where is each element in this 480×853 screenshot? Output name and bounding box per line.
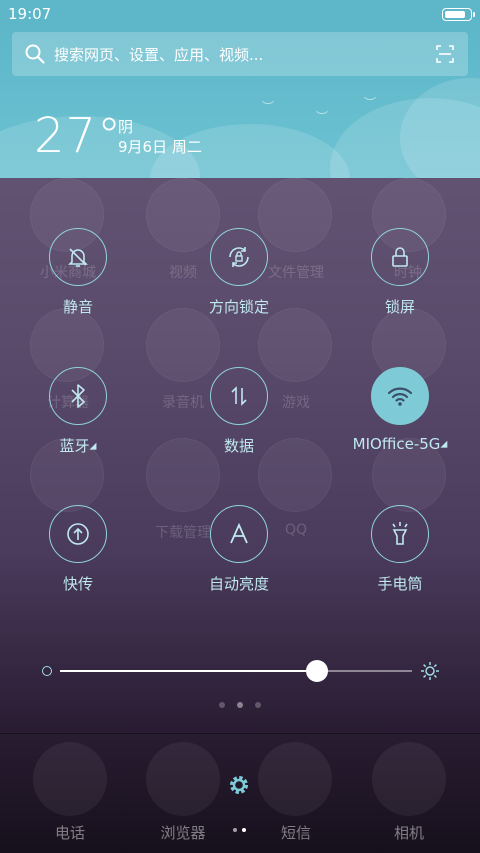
weather-temperature[interactable]: 27°: [34, 108, 122, 164]
toggle-auto-brightness[interactable]: 自动亮度: [179, 505, 299, 594]
search-placeholder: 搜索网页、设置、应用、视频...: [54, 46, 264, 64]
page-dot: [219, 702, 225, 708]
toggle-label: 自动亮度: [208, 575, 269, 593]
toggle-rotation-lock[interactable]: 方向锁定: [179, 228, 299, 317]
weather-condition: 阴: [118, 118, 134, 136]
toggle-mobile-data[interactable]: 数据: [179, 367, 299, 456]
toggle-label: 锁屏: [384, 298, 415, 316]
screen: 19:07 ︶ ︶ ︶ 搜索网页、设置、应用、视频... 27° 阴 9月6日 …: [0, 0, 480, 853]
toggle-lock-screen[interactable]: 锁屏: [340, 228, 460, 317]
dock-label: 浏览器: [160, 824, 206, 842]
transfer-icon: [49, 505, 107, 563]
toggle-mute[interactable]: 静音: [18, 228, 138, 317]
bird-decoration: ︶: [364, 96, 377, 110]
toggle-label: 蓝牙: [59, 437, 90, 455]
page-dot: [255, 702, 261, 708]
search-icon: [25, 44, 45, 64]
more-indicator-icon: ◢: [440, 439, 448, 450]
dock-label: 短信: [280, 824, 311, 842]
rotation-lock-icon: [210, 228, 268, 286]
brightness-slider-thumb[interactable]: [305, 660, 328, 682]
wifi-icon: [371, 367, 429, 425]
toggle-bluetooth[interactable]: 蓝牙◢: [18, 367, 138, 456]
browser-app-icon[interactable]: [146, 742, 220, 816]
toggle-label: 手电筒: [377, 575, 423, 593]
toggle-label: 方向锁定: [208, 298, 269, 316]
toggle-label: 数据: [223, 437, 254, 455]
more-indicator-icon: ◢: [89, 441, 97, 452]
page-dot: [237, 702, 243, 708]
bell-off-icon: [49, 228, 107, 286]
auto-brightness-icon: [210, 505, 268, 563]
dock-label: 电话: [54, 824, 85, 842]
bird-decoration: ︶: [262, 100, 275, 114]
phone-app-icon[interactable]: [33, 742, 107, 816]
camera-app-icon[interactable]: [372, 742, 446, 816]
brightness-low-icon: [42, 666, 52, 676]
lock-icon: [371, 228, 429, 286]
bird-decoration: ︶: [316, 110, 329, 124]
status-clock: 19:07: [8, 5, 52, 23]
weather-date: 9月6日 周二: [118, 138, 202, 156]
panel-divider: [0, 733, 480, 734]
messages-app-icon[interactable]: [258, 742, 332, 816]
header: ︶ ︶ ︶ 搜索网页、设置、应用、视频... 27° 阴 9月6日 周二: [0, 28, 480, 178]
toggle-label: 快传: [62, 575, 93, 593]
dock-label: 相机: [393, 824, 424, 842]
search-bar[interactable]: 搜索网页、设置、应用、视频...: [12, 32, 468, 76]
flashlight-icon: [371, 505, 429, 563]
battery-icon: [442, 8, 475, 21]
toggle-wifi[interactable]: MIOffice-5G◢: [340, 367, 460, 453]
toggle-label: 静音: [62, 298, 93, 316]
toggle-label: MIOffice-5G: [352, 435, 441, 453]
data-arrows-icon: [210, 367, 268, 425]
page-dot: [242, 828, 246, 832]
brightness-slider[interactable]: [60, 660, 412, 682]
page-dot: [233, 828, 237, 832]
bluetooth-icon: [49, 367, 107, 425]
status-bar: 19:07: [0, 0, 480, 28]
scan-icon[interactable]: [436, 45, 454, 63]
toggle-flashlight[interactable]: 手电筒: [340, 505, 460, 594]
brightness-high-icon: [421, 662, 439, 680]
toggle-quick-transfer[interactable]: 快传: [18, 505, 138, 594]
gear-icon[interactable]: [227, 773, 251, 797]
